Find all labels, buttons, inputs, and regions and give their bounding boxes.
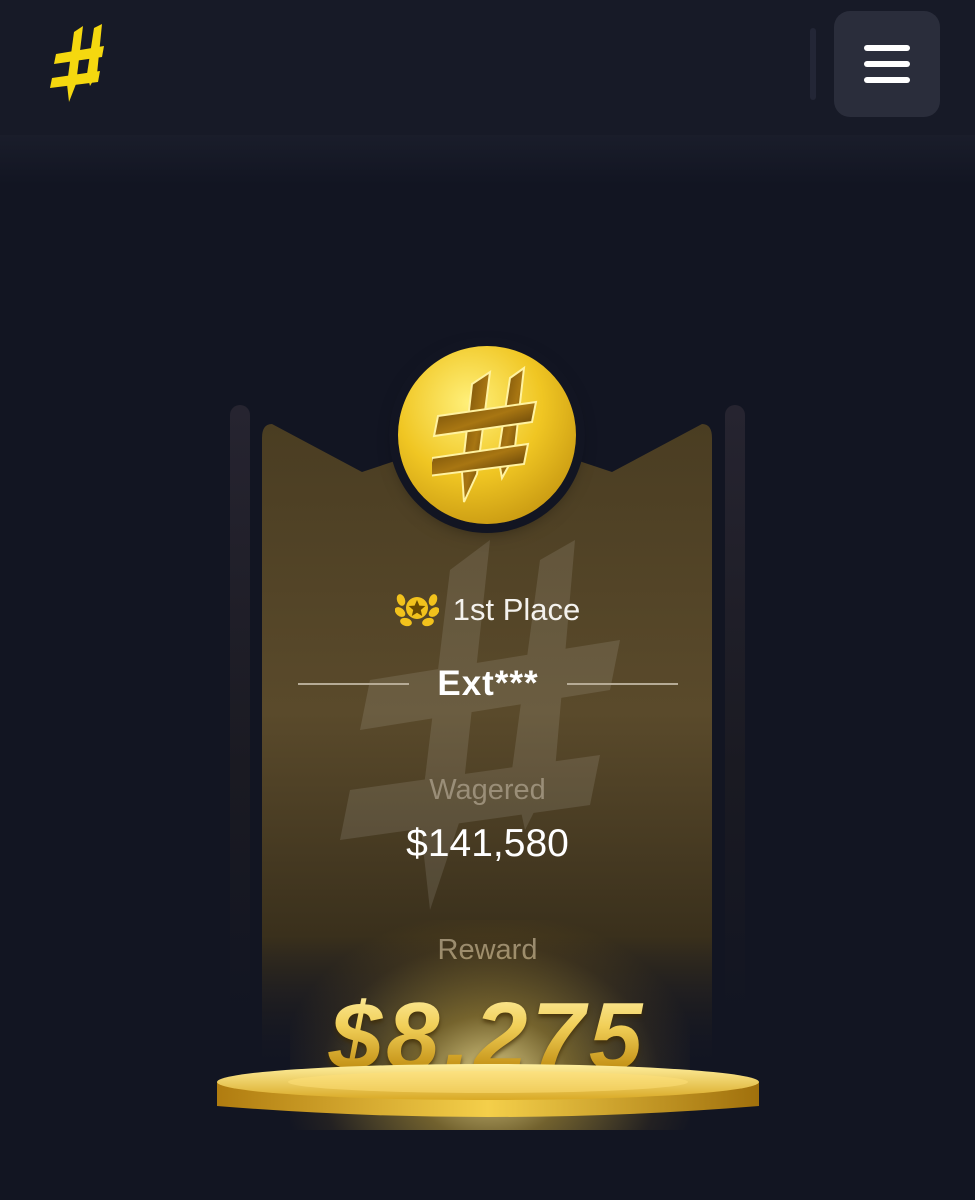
hashtag-logo-icon[interactable] xyxy=(50,24,110,106)
username: Ext*** xyxy=(437,664,539,703)
top-header xyxy=(0,0,975,135)
username-divider-left xyxy=(298,683,410,685)
menu-bar-top xyxy=(864,45,910,51)
hamburger-menu-icon[interactable] xyxy=(834,11,940,117)
card-side-panel-right xyxy=(725,405,745,1015)
menu-bar-bottom xyxy=(864,77,910,83)
hashtag-coin-icon xyxy=(432,365,538,503)
wagered-label: Wagered xyxy=(429,774,546,806)
gold-podium xyxy=(217,1064,759,1117)
menu-bar-middle xyxy=(864,61,910,67)
header-shadow xyxy=(0,135,975,185)
reward-label: Reward xyxy=(437,934,538,966)
card-side-panel-left xyxy=(230,405,250,1015)
place-label: 1st Place xyxy=(452,592,581,627)
wagered-value: $141,580 xyxy=(406,822,569,865)
header-divider xyxy=(810,28,816,100)
username-row: Ext*** xyxy=(298,660,679,708)
place-row: 1st Place xyxy=(0,588,975,632)
username-divider-right xyxy=(566,683,679,685)
leaderboard-page: 1st Place Ext*** Wagered $141,580 Reward… xyxy=(0,0,975,1200)
gold-coin-logo xyxy=(398,346,576,524)
laurel-star-icon xyxy=(394,594,439,627)
